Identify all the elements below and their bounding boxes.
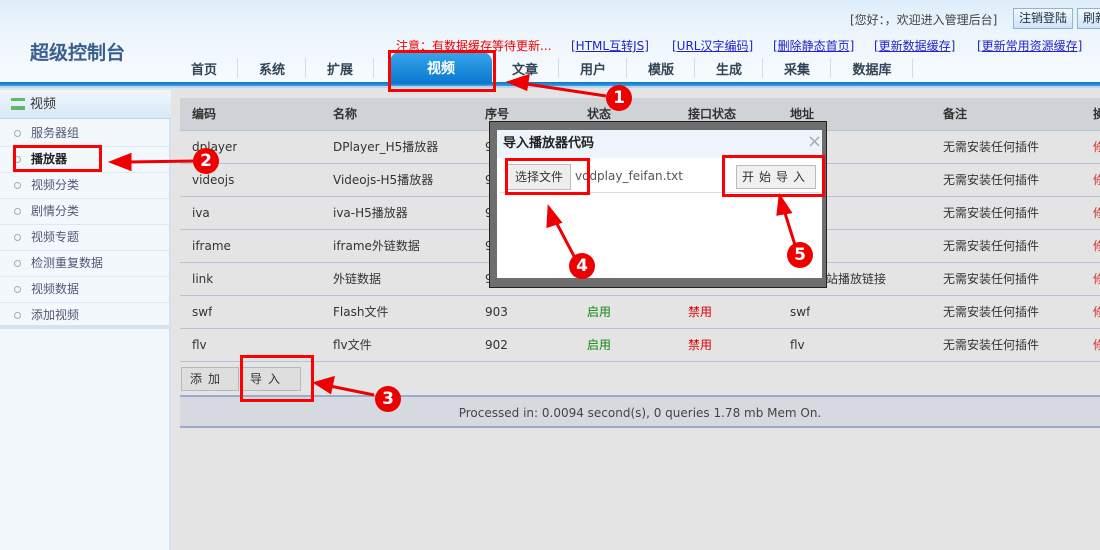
annotation-arrowhead-5 (776, 192, 793, 216)
annotation-badge-5: 5 (787, 242, 813, 268)
annotation-badge-4: 4 (569, 253, 595, 279)
annotation-arrow-5 (782, 209, 797, 246)
annotation-arrowhead-3 (312, 375, 335, 395)
annotation-arrowhead-2 (107, 152, 132, 172)
annotation-badge-1: 1 (606, 85, 632, 111)
annotation-arrow-3 (329, 384, 375, 397)
annotation-arrow-1 (519, 81, 607, 98)
annotation-arrows (107, 73, 797, 397)
annotation-arrow-4 (553, 219, 577, 259)
annotation-badge-2: 2 (193, 148, 219, 174)
annotation-arrowhead-4 (546, 203, 563, 229)
annotation-badge-3: 3 (375, 386, 401, 412)
annotation-arrowhead-1 (505, 73, 530, 92)
annotation-arrow-2 (124, 159, 197, 164)
